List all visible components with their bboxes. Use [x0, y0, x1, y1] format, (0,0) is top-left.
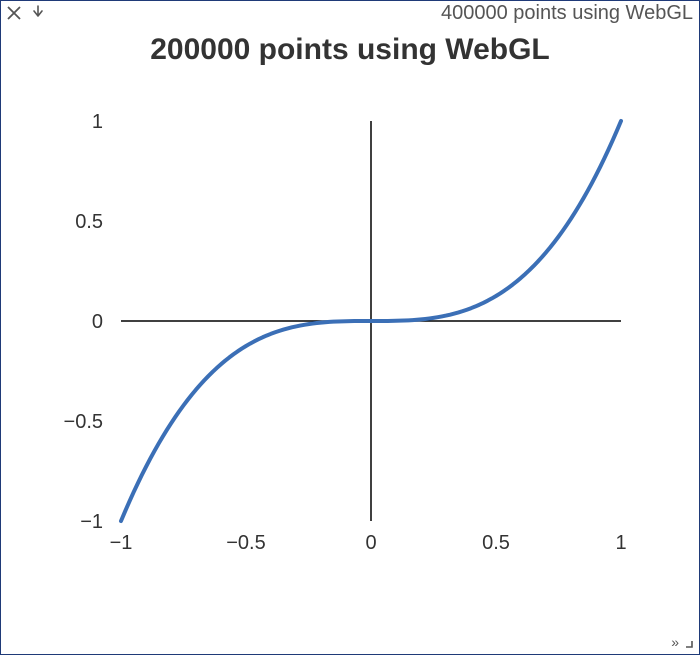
- x-tick-label: 0.5: [482, 532, 510, 554]
- chart-area[interactable]: −1 −0.5 0 0.5 1 −1 −0.5 0 0.5 1: [61, 91, 661, 591]
- top-bar: 400000 points using WebGL: [1, 1, 699, 25]
- window-frame: 400000 points using WebGL 200000 points …: [0, 0, 700, 655]
- expand-corner[interactable]: »: [671, 634, 693, 650]
- y-tick-label: −0.5: [64, 411, 103, 433]
- adjacent-tab-label[interactable]: 400000 points using WebGL: [441, 2, 695, 25]
- close-icon[interactable]: [5, 4, 23, 22]
- x-tick-label: 1: [615, 532, 626, 554]
- download-icon[interactable]: [29, 4, 47, 22]
- x-tick-label: 0: [365, 532, 376, 554]
- x-tick-label: −0.5: [226, 532, 265, 554]
- y-tick-label: 1: [92, 111, 103, 133]
- y-tick-label: 0.5: [75, 211, 103, 233]
- y-axis-ticks: −1 −0.5 0 0.5 1: [64, 111, 103, 533]
- resize-handle-icon: [681, 636, 693, 648]
- chart-title: 200000 points using WebGL: [1, 33, 699, 67]
- x-axis-ticks: −1 −0.5 0 0.5 1: [110, 532, 627, 554]
- y-tick-label: 0: [92, 311, 103, 333]
- y-tick-label: −1: [80, 511, 103, 533]
- x-tick-label: −1: [110, 532, 133, 554]
- chevrons-icon: »: [671, 634, 679, 650]
